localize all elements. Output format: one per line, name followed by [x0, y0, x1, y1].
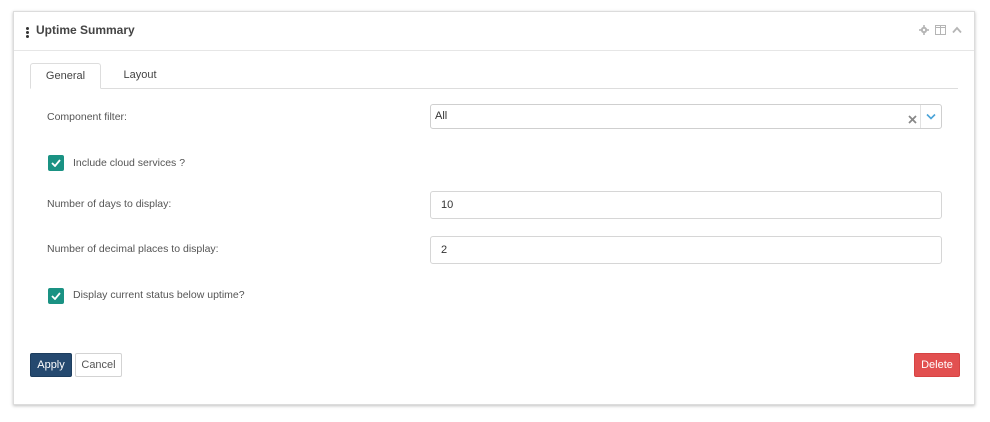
panel-title: Uptime Summary: [36, 23, 135, 37]
cancel-button[interactable]: Cancel: [75, 353, 122, 377]
decimals-label: Number of decimal places to display:: [47, 243, 219, 255]
checkmark-icon: [51, 159, 61, 167]
tab-general[interactable]: General: [30, 63, 101, 89]
columns-icon[interactable]: [935, 25, 946, 35]
clear-icon[interactable]: [908, 111, 917, 129]
gear-icon[interactable]: [919, 25, 929, 35]
panel-header: Uptime Summary: [14, 12, 974, 51]
delete-button[interactable]: Delete: [914, 353, 960, 377]
tab-bar: General Layout: [30, 63, 958, 89]
chevron-down-icon[interactable]: [920, 105, 941, 128]
header-icons: [919, 25, 962, 35]
tab-layout[interactable]: Layout: [110, 63, 170, 88]
days-input[interactable]: 10: [430, 191, 942, 219]
include-cloud-label: Include cloud services ?: [73, 157, 186, 169]
component-filter-select[interactable]: All: [430, 104, 942, 129]
days-label: Number of days to display:: [47, 198, 172, 210]
drag-handle-icon[interactable]: [26, 27, 29, 38]
chevron-up-icon[interactable]: [952, 26, 962, 34]
component-filter-value: All: [435, 110, 448, 122]
checkmark-icon: [51, 292, 61, 300]
display-status-checkbox[interactable]: [48, 288, 64, 304]
component-filter-label: Component filter:: [47, 111, 127, 123]
display-status-label: Display current status below uptime?: [73, 289, 245, 301]
uptime-summary-panel: Uptime Summary General Layout Component …: [13, 11, 975, 405]
apply-button[interactable]: Apply: [30, 353, 72, 377]
decimals-input[interactable]: 2: [430, 236, 942, 264]
include-cloud-checkbox[interactable]: [48, 155, 64, 171]
